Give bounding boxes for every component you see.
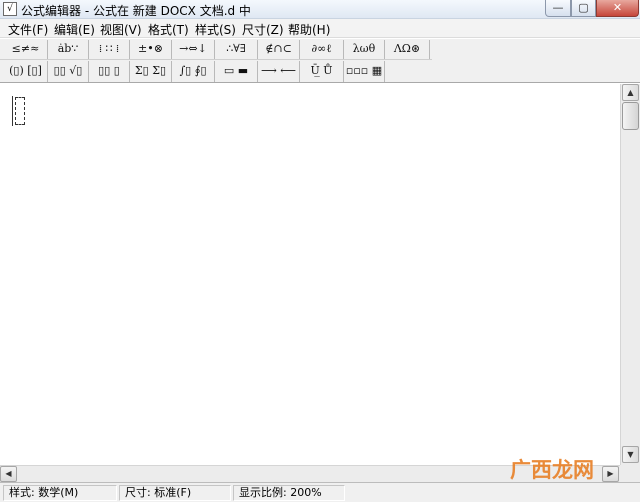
menu-format[interactable]: 格式(T): [148, 21, 189, 38]
scroll-up-arrow-icon[interactable]: ▲: [622, 84, 639, 101]
menu-bar: 文件(F) 编辑(E) 视图(V) 格式(T) 样式(S) 尺寸(Z) 帮助(H…: [0, 19, 640, 38]
empty-equation-slot[interactable]: [12, 96, 25, 126]
scroll-left-arrow-icon[interactable]: ◀: [0, 466, 17, 482]
miscellaneous-symbols-palette[interactable]: ∂∞ℓ: [300, 40, 344, 59]
products-set-templates-palette[interactable]: Ū̲ Ů: [300, 61, 344, 82]
toolbar-empty-area: [432, 39, 640, 83]
window-title: 公式编辑器 - 公式在 新建 DOCX 文档.d 中: [21, 4, 251, 18]
spaces-ellipses-palette[interactable]: ȧb∵: [48, 40, 89, 59]
menu-help[interactable]: 帮助(H): [288, 21, 330, 38]
lowercase-greek-palette[interactable]: λωθ: [344, 40, 385, 59]
watermark-logo: 广西龙网: [510, 458, 594, 482]
subscript-superscript-templates-palette[interactable]: ▯▯ ▯: [89, 61, 130, 82]
logical-symbols-palette[interactable]: ∴∀∃: [215, 40, 258, 59]
arrow-symbols-palette[interactable]: →⇔↓: [172, 40, 215, 59]
minimize-button[interactable]: —: [545, 0, 571, 17]
menu-style[interactable]: 样式(S): [195, 21, 236, 38]
menu-view[interactable]: 视图(V): [100, 21, 142, 38]
vertical-scroll-thumb[interactable]: [622, 102, 639, 130]
menu-file[interactable]: 文件(F): [8, 21, 48, 38]
integral-templates-palette[interactable]: ∫▯ ∮▯: [172, 61, 215, 82]
embellishments-palette[interactable]: ⁞ ∷ ⁞: [89, 40, 130, 59]
scroll-down-arrow-icon[interactable]: ▼: [622, 446, 639, 463]
fence-templates-palette[interactable]: (▯) [▯]: [4, 61, 48, 82]
template-toolbar: (▯) [▯] ▯▯ √▯ ▯▯ ▯ Σ▯ Σ▯ ∫▯ ∮▯ ▭ ▬ ⟶ ⟵ Ū…: [0, 60, 432, 83]
relational-symbols-palette[interactable]: ≤≠≈: [4, 40, 48, 59]
uppercase-greek-palette[interactable]: ΛΩ⊛: [385, 40, 430, 59]
symbol-toolbar: ≤≠≈ ȧb∵ ⁞ ∷ ⁞ ±•⊗ →⇔↓ ∴∀∃ ∉∩⊂ ∂∞ℓ λωθ ΛΩ…: [0, 39, 432, 60]
title-bar: √ 公式编辑器 - 公式在 新建 DOCX 文档.d 中 — ▢ ✕: [0, 0, 640, 19]
status-style: 样式: 数学(M): [3, 485, 117, 501]
status-size: 尺寸: 标准(F): [119, 485, 231, 501]
vertical-scrollbar[interactable]: ▲ ▼: [620, 84, 640, 465]
status-bar: 样式: 数学(M) 尺寸: 标准(F) 显示比例: 200%: [0, 482, 640, 502]
menu-size[interactable]: 尺寸(Z): [242, 21, 284, 38]
fraction-radical-templates-palette[interactable]: ▯▯ √▯: [48, 61, 89, 82]
matrix-templates-palette[interactable]: ▫▫▫ ▦: [344, 61, 385, 82]
equation-editor-app-icon[interactable]: √: [3, 2, 17, 16]
scrollbar-corner: [620, 465, 640, 482]
scroll-right-arrow-icon[interactable]: ▶: [602, 466, 619, 482]
status-zoom: 显示比例: 200%: [233, 485, 345, 501]
maximize-button[interactable]: ▢: [571, 0, 596, 17]
labeled-arrow-templates-palette[interactable]: ⟶ ⟵: [258, 61, 300, 82]
summation-templates-palette[interactable]: Σ▯ Σ▯: [130, 61, 172, 82]
set-theory-symbols-palette[interactable]: ∉∩⊂: [258, 40, 300, 59]
equation-editing-area[interactable]: [0, 84, 620, 465]
menu-edit[interactable]: 编辑(E): [54, 21, 95, 38]
close-button[interactable]: ✕: [596, 0, 639, 17]
underbar-overbar-templates-palette[interactable]: ▭ ▬: [215, 61, 258, 82]
operator-symbols-palette[interactable]: ±•⊗: [130, 40, 172, 59]
